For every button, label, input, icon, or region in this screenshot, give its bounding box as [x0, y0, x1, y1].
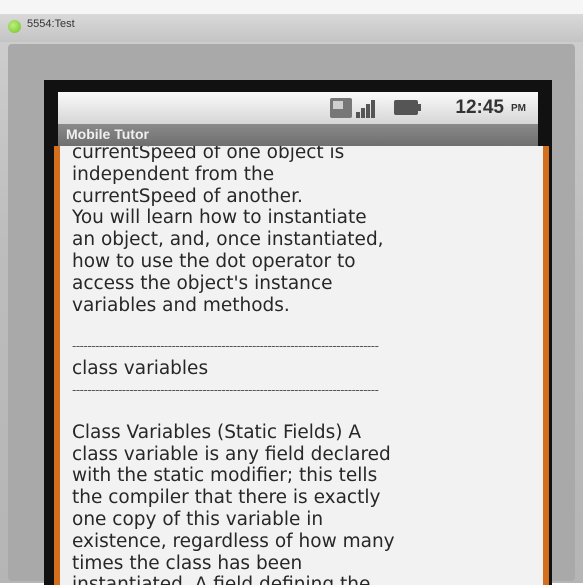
text-line: class variable is any field declared [72, 443, 391, 465]
text-line: existence, regardless of how many [72, 530, 395, 552]
lesson-text: currentSpeed of one object is independen… [72, 146, 522, 585]
status-ampm: PM [511, 103, 526, 114]
battery-icon [394, 100, 421, 115]
phone-screen: 12:45 PM Mobile Tutor currentSpeed of on… [44, 80, 552, 585]
text-line: how to use the dot operator to [72, 250, 356, 272]
signal-icon [356, 98, 378, 118]
text-line: with the static modifier; this tells [72, 465, 378, 487]
text-line: You will learn how to instantiate [72, 207, 367, 229]
text-line: variables and methods. [72, 294, 290, 316]
3g-icon [330, 98, 352, 118]
android-emulator-icon [8, 20, 21, 33]
text-line: an object, and, once instantiated, [72, 229, 384, 251]
text-line: currentSpeed of one object is [72, 146, 345, 163]
emulator-body: 12:45 PM Mobile Tutor currentSpeed of on… [8, 44, 575, 585]
text-line: one copy of this variable in [72, 508, 324, 530]
divider-top: ----------------------------------------… [72, 339, 379, 354]
text-line: access the object's instance [72, 272, 333, 294]
text-line: the compiler that there is exactly [72, 487, 381, 509]
text-line: Class Variables (Static Fields) A [72, 421, 362, 443]
app-titlebar: Mobile Tutor [58, 124, 538, 146]
divider-bottom: ----------------------------------------… [72, 382, 379, 397]
text-line: independent from the [72, 163, 275, 185]
text-line: currentSpeed of another. [72, 185, 303, 207]
section-title: class variables [72, 358, 209, 380]
app-title: Mobile Tutor [66, 126, 149, 142]
status-bar: 12:45 PM [58, 92, 538, 124]
text-line: times the class has been [72, 552, 303, 574]
emulator-title: 5554:Test [27, 18, 75, 30]
text-line: instantiated. A field defining the [72, 574, 371, 585]
emulator-window: 5554:Test 12:45 PM Mobile Tutor currentS… [0, 14, 583, 585]
emulator-titlebar[interactable]: 5554:Test [0, 14, 583, 42]
status-time: 12:45 [455, 97, 504, 118]
document-heading-strip [0, 0, 583, 14]
content-scroll-area[interactable]: currentSpeed of one object is independen… [54, 146, 549, 585]
